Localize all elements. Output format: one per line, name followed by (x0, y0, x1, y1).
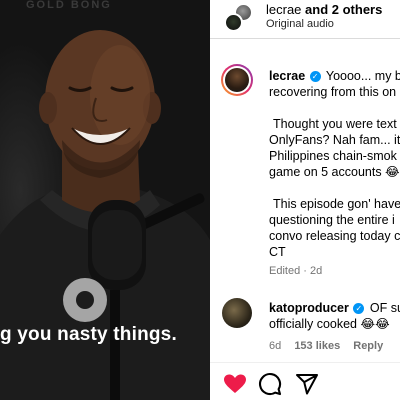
heart-icon[interactable] (223, 372, 247, 396)
comment-line: recovering from this on (269, 85, 397, 99)
audio-link[interactable]: Original audio (266, 18, 334, 30)
header-divider (210, 38, 400, 39)
comment-line: CT (269, 245, 286, 259)
collab-avatars[interactable] (224, 3, 258, 33)
post-panel: lecrae and 2 others Original audio lecra… (210, 0, 400, 400)
comment-line: OnlyFans? Nah fam... it (269, 133, 400, 147)
post-authors[interactable]: lecrae and 2 others (266, 2, 382, 17)
video-caption: g you nasty things. (0, 324, 177, 345)
comment-icon[interactable] (258, 372, 282, 396)
avatar[interactable] (221, 64, 253, 96)
comment-line: questioning the entire i (269, 213, 395, 227)
author-username[interactable]: lecrae (266, 2, 301, 17)
comment-line: officially cooked 😂😂 (269, 317, 390, 331)
comment-likes[interactable]: 153 likes (294, 340, 340, 352)
others-link[interactable]: and 2 others (305, 2, 382, 17)
comment-line: convo releasing today c (269, 229, 400, 243)
comment-line: game on 5 accounts 😂 (269, 165, 400, 179)
comment-line (269, 180, 400, 196)
comment-meta: Edited · 2d (269, 265, 323, 277)
comment-text: lecrae ✓ Yoooo... my b recovering from t… (269, 68, 400, 260)
comment-text: katoproducer ✓ OF su officially cooked 😂… (269, 300, 400, 332)
comment-meta: 6d 153 likes Reply (269, 340, 383, 352)
comment-line: This episode gon' have (273, 197, 400, 211)
comment-line: Philippines chain-smok (269, 149, 397, 163)
verified-icon: ✓ (353, 303, 365, 314)
avatar[interactable] (224, 13, 243, 32)
share-icon[interactable] (295, 372, 319, 396)
verified-icon: ✓ (309, 71, 321, 82)
comment-line: OF su (369, 301, 400, 315)
actions-divider (210, 362, 400, 363)
video-player[interactable]: GOLD BONG g you nasty things. (0, 0, 210, 400)
comment-username[interactable]: lecrae (269, 69, 305, 83)
comment-username[interactable]: katoproducer (269, 301, 349, 315)
reply-button[interactable]: Reply (353, 340, 383, 352)
comment-time: 6d (269, 340, 282, 352)
comment-line: Yoooo... my b (325, 69, 400, 83)
post-header: lecrae and 2 others Original audio (210, 0, 400, 38)
action-bar (210, 366, 400, 400)
avatar[interactable] (222, 298, 252, 328)
comment-line: Thought you were text (273, 117, 397, 131)
comment-line (269, 100, 400, 116)
